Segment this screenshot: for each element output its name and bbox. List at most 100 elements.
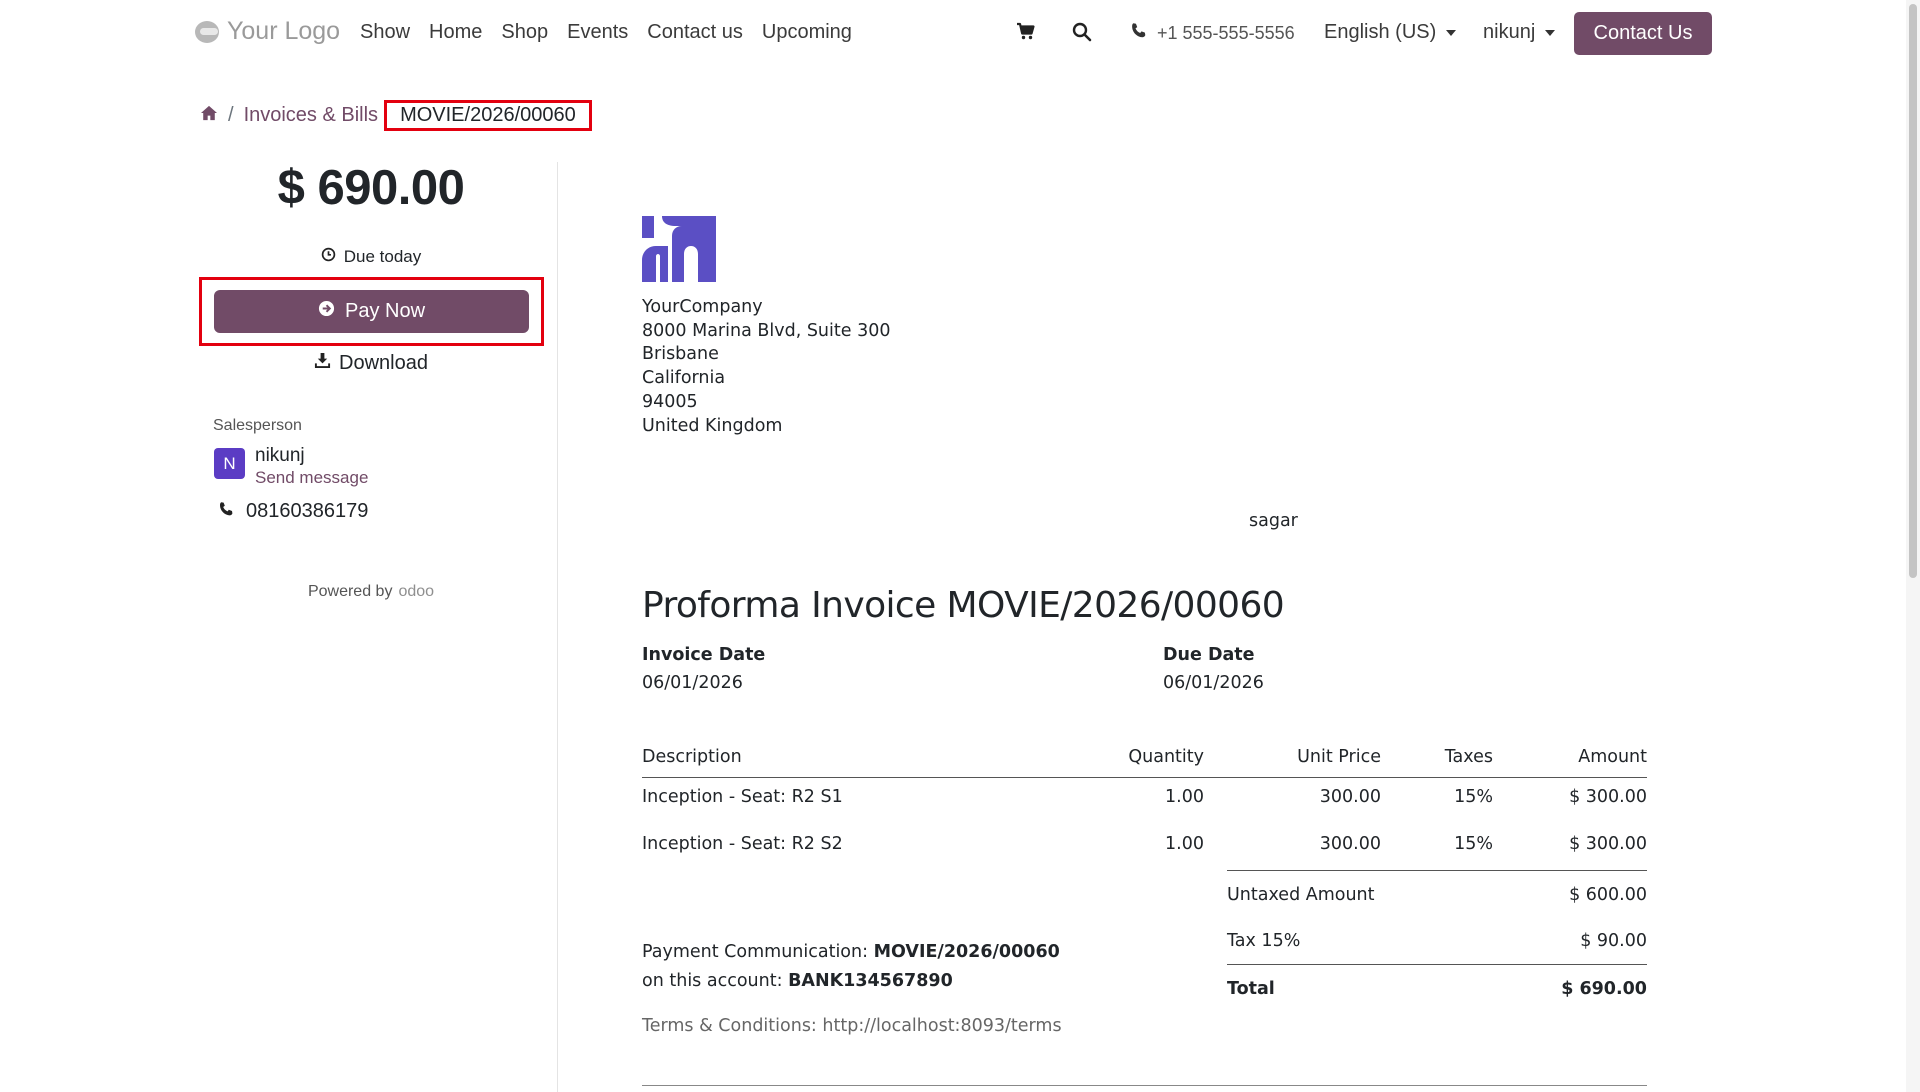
nav-item-upcoming[interactable]: Upcoming <box>762 21 852 44</box>
total-label: Total <box>1227 979 1275 999</box>
language-label: English (US) <box>1324 21 1437 43</box>
address-line: California <box>642 368 726 389</box>
user-menu[interactable]: nikunj <box>1483 21 1556 44</box>
invoice-totals: Untaxed Amount $ 600.00 Tax 15% $ 90.00 … <box>1227 870 1647 1011</box>
untaxed-value: $ 600.00 <box>1569 885 1647 905</box>
line-quantity: 1.00 <box>1165 834 1204 854</box>
line-unit-price: 300.00 <box>1319 834 1381 854</box>
nav-item-shop[interactable]: Shop <box>501 21 548 44</box>
tax-row: Tax 15% $ 90.00 <box>1227 917 1647 964</box>
line-description: Inception - Seat: R2 S1 <box>642 787 843 807</box>
invoice-document: YourCompany 8000 Marina Blvd, Suite 300 … <box>642 160 1647 1092</box>
untaxed-label: Untaxed Amount <box>1227 885 1375 905</box>
language-dropdown[interactable]: English (US) <box>1324 21 1457 44</box>
header-phone-number: +1 555-555-5556 <box>1157 22 1295 43</box>
home-icon[interactable] <box>200 104 218 127</box>
table-row: Inception - Seat: R2 S1 1.00 300.00 15% … <box>642 778 1647 825</box>
company-logo-icon <box>642 216 716 282</box>
address-line: 8000 Marina Blvd, Suite 300 <box>642 320 891 341</box>
company-name: YourCompany <box>642 297 763 317</box>
nav-item-show[interactable]: Show <box>360 21 410 44</box>
document-divider <box>642 1085 1647 1086</box>
line-amount: $ 300.00 <box>1569 787 1647 807</box>
invoice-date-label: Invoice Date <box>642 645 766 665</box>
powered-by: Powered by odoo <box>200 583 542 601</box>
tax-label: Tax 15% <box>1227 931 1301 951</box>
clock-icon <box>321 247 336 267</box>
column-header: Unit Price <box>1297 747 1381 767</box>
pay-now-button[interactable]: Pay Now <box>214 290 529 333</box>
cart-icon[interactable] <box>1016 22 1038 44</box>
tax-value: $ 90.00 <box>1580 931 1647 951</box>
contact-us-button[interactable]: Contact Us <box>1574 12 1712 55</box>
due-date-label: Due Date <box>1163 645 1255 665</box>
invoice-date-value: 06/01/2026 <box>642 673 743 693</box>
total-value: $ 690.00 <box>1561 979 1647 999</box>
table-header: Description Quantity Unit Price Taxes Am… <box>642 738 1647 778</box>
chevron-down-icon <box>1545 29 1556 36</box>
payment-communication: Payment Communication: MOVIE/2026/00060 … <box>642 938 1060 996</box>
breadcrumb-separator: / <box>228 104 234 126</box>
line-amount: $ 300.00 <box>1569 834 1647 854</box>
due-label: Due today <box>343 247 422 266</box>
send-message-link[interactable]: Send message <box>255 468 368 488</box>
untaxed-row: Untaxed Amount $ 600.00 <box>1227 870 1647 917</box>
line-taxes: 15% <box>1454 787 1493 807</box>
invoice-title: Proforma Invoice MOVIE/2026/00060 <box>642 585 1285 626</box>
site-logo[interactable]: Your Logo <box>195 17 340 46</box>
search-icon[interactable] <box>1072 22 1094 44</box>
sidebar-divider <box>557 162 558 1092</box>
total-row: Total $ 690.00 <box>1227 964 1647 1011</box>
address-line: United Kingdom <box>642 415 783 436</box>
download-link[interactable]: Download <box>200 352 542 375</box>
payment-comm-value: MOVIE/2026/00060 <box>873 942 1060 962</box>
line-quantity: 1.00 <box>1165 787 1204 807</box>
line-description: Inception - Seat: R2 S2 <box>642 834 843 854</box>
salesperson-label: Salesperson <box>213 417 302 434</box>
table-row: Inception - Seat: R2 S2 1.00 300.00 15% … <box>642 825 1647 872</box>
odoo-logo[interactable]: odoo <box>398 583 434 601</box>
salesperson-phone-number: 08160386179 <box>246 500 369 522</box>
logo-icon <box>195 19 221 45</box>
address-line: 94005 <box>642 391 698 412</box>
customer-name: sagar <box>1249 511 1298 531</box>
due-date-value: 06/01/2026 <box>1163 673 1264 693</box>
header-phone[interactable]: +1 555-555-5556 <box>1130 22 1295 44</box>
company-address: YourCompany 8000 Marina Blvd, Suite 300 … <box>642 296 890 438</box>
powered-by-label: Powered by <box>307 583 393 600</box>
salesperson-name: nikunj <box>255 445 305 466</box>
column-header: Taxes <box>1444 747 1493 767</box>
download-icon <box>314 352 331 375</box>
breadcrumb-invoices-link[interactable]: Invoices & Bills <box>244 104 379 127</box>
address-line: Brisbane <box>642 344 719 365</box>
column-header: Amount <box>1578 747 1647 767</box>
user-name: nikunj <box>1483 21 1536 43</box>
site-header: Your Logo Show Home Shop Events Contact … <box>0 0 1920 68</box>
line-taxes: 15% <box>1454 834 1493 854</box>
breadcrumb: / Invoices & Bills MOVIE/2026/00060 <box>200 100 592 131</box>
nav-item-events[interactable]: Events <box>567 21 628 44</box>
due-status: Due today <box>200 247 542 267</box>
line-unit-price: 300.00 <box>1319 787 1381 807</box>
pay-now-label: Pay Now <box>344 300 426 322</box>
page-scrollbar[interactable] <box>1906 0 1920 1092</box>
account-value: BANK134567890 <box>788 971 953 991</box>
payment-comm-label: Payment Communication: <box>642 942 869 962</box>
avatar: N <box>214 448 245 479</box>
scrollbar-thumb[interactable] <box>1909 4 1917 578</box>
phone-icon <box>218 500 234 523</box>
terms-conditions: Terms & Conditions: http://localhost:809… <box>642 1016 1062 1036</box>
invoice-lines-table: Description Quantity Unit Price Taxes Am… <box>642 738 1647 872</box>
chevron-down-icon <box>1446 29 1457 36</box>
amount-due: $ 690.00 <box>277 161 465 215</box>
salesperson-phone[interactable]: 08160386179 <box>218 500 368 523</box>
arrow-circle-right-icon <box>318 300 335 323</box>
breadcrumb-current: MOVIE/2026/00060 <box>384 100 592 131</box>
nav-item-contact-us[interactable]: Contact us <box>647 21 743 44</box>
nav-item-home[interactable]: Home <box>429 21 482 44</box>
logo-text: Your Logo <box>227 17 341 45</box>
account-label: on this account: <box>642 971 783 991</box>
main-nav: Show Home Shop Events Contact us Upcomin… <box>360 21 871 44</box>
download-label: Download <box>339 352 428 374</box>
column-header: Quantity <box>1128 747 1204 767</box>
